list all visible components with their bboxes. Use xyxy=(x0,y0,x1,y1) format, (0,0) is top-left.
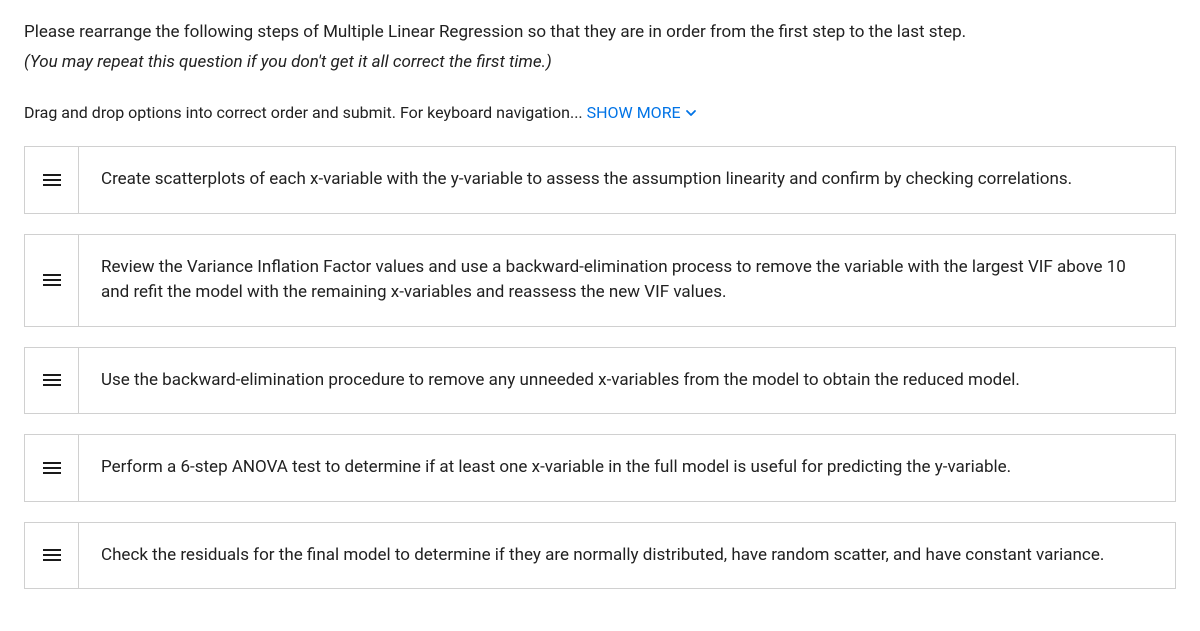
drag-item-text: Perform a 6-step ANOVA test to determine… xyxy=(79,435,1175,501)
drag-handle[interactable] xyxy=(25,348,79,414)
drag-item[interactable]: Create scatterplots of each x-variable w… xyxy=(24,146,1176,214)
drag-handle[interactable] xyxy=(25,435,79,501)
drag-handle-icon xyxy=(43,548,61,562)
drag-item[interactable]: Check the residuals for the final model … xyxy=(24,522,1176,590)
chevron-down-icon xyxy=(685,107,697,119)
instruction-row: Drag and drop options into correct order… xyxy=(24,103,1176,122)
drag-handle-icon xyxy=(43,273,61,287)
show-more-label: SHOW MORE xyxy=(587,103,681,122)
drag-handle-icon xyxy=(43,461,61,475)
instruction-text: Drag and drop options into correct order… xyxy=(24,103,587,122)
question-note: (You may repeat this question if you don… xyxy=(24,50,1176,76)
drag-item[interactable]: Perform a 6-step ANOVA test to determine… xyxy=(24,434,1176,502)
drag-item[interactable]: Review the Variance Inflation Factor val… xyxy=(24,234,1176,327)
drag-handle[interactable] xyxy=(25,235,79,326)
drag-handle[interactable] xyxy=(25,523,79,589)
drag-item[interactable]: Use the backward-elimination procedure t… xyxy=(24,347,1176,415)
drag-handle-icon xyxy=(43,173,61,187)
drag-item-text: Review the Variance Inflation Factor val… xyxy=(79,235,1175,326)
drag-item-text: Create scatterplots of each x-variable w… xyxy=(79,147,1175,213)
drag-item-text: Use the backward-elimination procedure t… xyxy=(79,348,1175,414)
drag-list: Create scatterplots of each x-variable w… xyxy=(24,146,1176,589)
show-more-button[interactable]: SHOW MORE xyxy=(587,103,697,122)
question-prompt: Please rearrange the following steps of … xyxy=(24,20,1176,46)
drag-item-text: Check the residuals for the final model … xyxy=(79,523,1175,589)
drag-handle-icon xyxy=(43,373,61,387)
drag-handle[interactable] xyxy=(25,147,79,213)
